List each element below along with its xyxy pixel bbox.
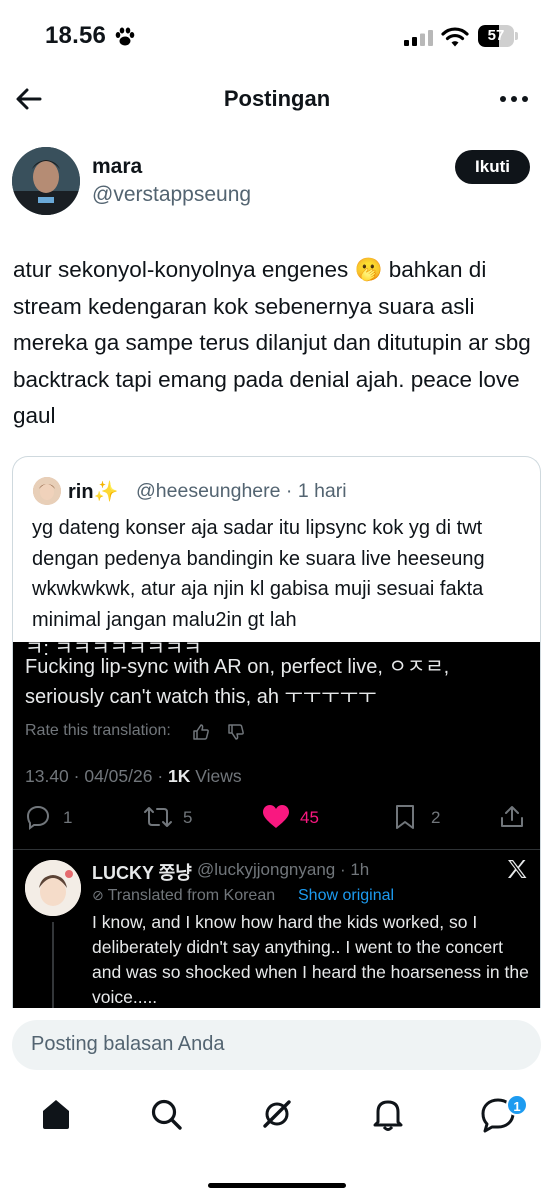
status-bar: 18.56 57 — [0, 0, 554, 72]
show-original-link: Show original — [298, 887, 395, 904]
repost-action: 5 — [143, 802, 213, 832]
messages-badge: 1 — [506, 1094, 528, 1116]
bookmark-icon — [396, 805, 414, 829]
like-action: 45 — [262, 802, 342, 832]
follow-button[interactable]: Ikuti — [455, 150, 530, 184]
status-time: 18.56 — [45, 22, 107, 49]
battery-indicator: 57 — [478, 25, 518, 47]
reply-icon — [26, 805, 50, 830]
embed-action-bar: 1 5 45 2 — [13, 802, 540, 842]
share-action — [499, 802, 529, 832]
embed-timestamp: 13.40 · 04/05/26 · 1K Views — [25, 766, 242, 786]
quoted-author-name: rin✨ — [68, 481, 119, 503]
wifi-icon — [441, 27, 469, 47]
bell-icon[interactable] — [368, 1094, 408, 1134]
views-count: 1K — [168, 766, 191, 786]
page-title: Postingan — [223, 86, 331, 111]
paw-icon — [115, 27, 135, 46]
heart-filled-icon — [263, 805, 289, 828]
share-icon — [501, 806, 523, 827]
search-icon[interactable] — [146, 1094, 186, 1134]
bottom-nav — [0, 1082, 554, 1152]
quoted-author-meta: @heeseunghere · 1 hari — [136, 480, 347, 502]
cellular-signal-icon — [404, 30, 433, 46]
reply-author-handle: @luckyjjongnyang · 1h — [197, 860, 370, 879]
home-icon[interactable] — [36, 1094, 76, 1134]
thumbs-down-icon — [228, 724, 244, 740]
reply-count: 1 — [63, 808, 73, 827]
repost-count: 5 — [183, 808, 193, 827]
post-text: atur sekonyol-konyolnya engenes 🫢 bahkan… — [13, 257, 531, 428]
reply-author-avatar — [25, 860, 81, 916]
quoted-author-avatar — [33, 477, 61, 505]
reply-text: I know, and I know how hard the kids wor… — [92, 912, 529, 1007]
like-count: 45 — [300, 808, 319, 827]
author-avatar[interactable] — [12, 147, 80, 215]
bookmark-count: 2 — [431, 808, 441, 827]
thumbs-up-icon — [193, 724, 209, 740]
embed-translated-text: Fucking lip-sync with AR on, perfect liv… — [25, 656, 450, 708]
grok-icon[interactable] — [257, 1094, 297, 1134]
reply-placeholder: Posting balasan Anda — [31, 1033, 225, 1055]
author-handle[interactable]: @verstappseung — [92, 183, 251, 207]
thread-line — [52, 922, 54, 1008]
battery-level: 57 — [487, 27, 505, 44]
bookmark-action: 2 — [393, 802, 453, 832]
rate-translation-label: Rate this translation: — [25, 722, 171, 739]
home-indicator — [208, 1183, 346, 1188]
more-options-icon[interactable] — [498, 88, 530, 110]
x-logo-icon — [508, 860, 527, 878]
author-name[interactable]: mara — [92, 155, 142, 179]
reply-author-name: LUCKY 쫑냥 — [92, 863, 192, 883]
quoted-post-text: yg dateng konser aja sadar itu lipsync k… — [32, 517, 485, 631]
embedded-screenshot: ㅋ: ㅋㅋㅋㅋㅋㅋㅋㅋ Fucking lip-sync with AR on,… — [13, 638, 540, 1008]
embed-divider — [13, 849, 540, 850]
repost-icon — [144, 807, 172, 827]
quoted-post[interactable]: rin✨ @heeseunghere · 1 hari yg dateng ko… — [12, 456, 541, 1008]
translated-from-label: ⊘ Translated from Korean — [92, 887, 276, 904]
top-header: Postingan — [0, 72, 554, 128]
reply-input[interactable]: Posting balasan Anda — [12, 1020, 541, 1070]
reply-action: 1 — [25, 802, 95, 832]
